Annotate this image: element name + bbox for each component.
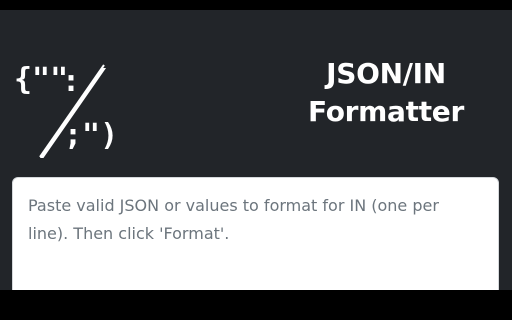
app-title-line2: Formatter	[308, 95, 464, 128]
app-window: {"" : ;") JSON/IN Formatter	[0, 10, 512, 290]
json-input-textarea[interactable]	[12, 177, 499, 290]
svg-text:{"": {""	[14, 62, 68, 97]
app-title: JSON/IN Formatter	[286, 55, 486, 131]
app-title-line1: JSON/IN	[326, 57, 446, 90]
svg-text::: :	[62, 64, 80, 99]
json-formatter-logo-icon: {"" : ;")	[14, 47, 120, 165]
logo-graphic: {"" : ;")	[14, 62, 118, 160]
svg-text:;"): ;")	[64, 118, 118, 153]
